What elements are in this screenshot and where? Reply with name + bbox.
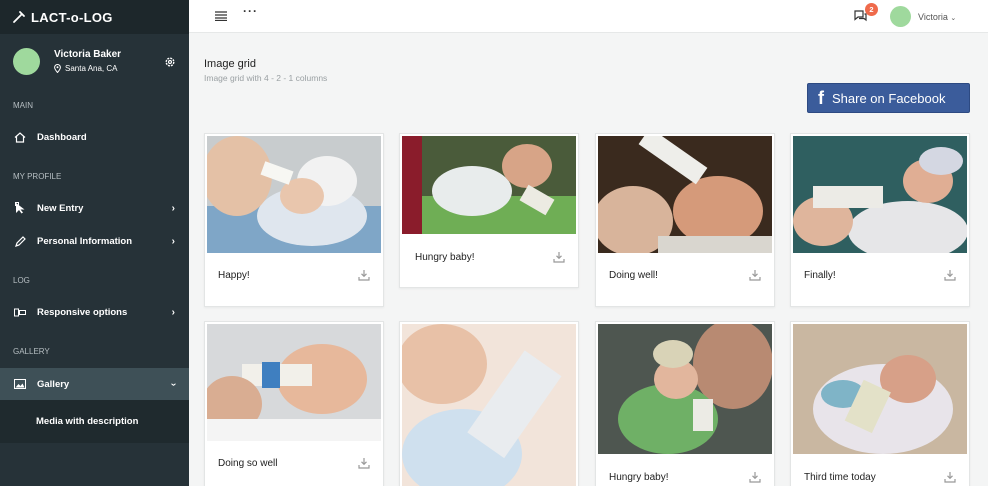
baby-photo[interactable] — [207, 136, 381, 253]
sidebar: LACT-o-LOG Victoria Baker Santa Ana, CA … — [0, 0, 189, 486]
card-caption: Third time today — [804, 472, 876, 483]
more-options-icon[interactable]: ··· — [243, 4, 258, 18]
page-subtitle: Image grid with 4 - 2 - 1 columns — [204, 73, 328, 83]
notification-badge: 2 — [865, 3, 878, 16]
cursor-icon — [14, 202, 24, 214]
baby-photo[interactable] — [402, 324, 576, 486]
page-title: Image grid — [204, 58, 256, 70]
user-avatar[interactable] — [890, 6, 911, 27]
section-log: LOG — [13, 276, 30, 285]
sidebar-item-dashboard[interactable]: Dashboard — [0, 121, 189, 153]
card-caption: Hungry baby! — [609, 472, 669, 483]
sidebar-item-new-entry[interactable]: New Entry › — [0, 192, 189, 224]
gallery-card[interactable]: Third time today — [790, 321, 970, 486]
download-icon[interactable] — [553, 252, 565, 263]
bottle-icon — [13, 11, 25, 23]
gallery-card[interactable]: Hungry baby! — [595, 321, 775, 486]
share-on-facebook-button[interactable]: f Share on Facebook — [807, 83, 970, 113]
section-main: MAIN — [13, 101, 33, 110]
avatar[interactable] — [13, 48, 40, 75]
gear-icon[interactable] — [164, 56, 176, 68]
chevron-right-icon: › — [171, 202, 175, 214]
gallery-card[interactable]: Finally! — [790, 133, 970, 307]
map-pin-icon — [54, 64, 61, 73]
card-caption: Happy! — [218, 270, 250, 281]
sidebar-item-responsive-options[interactable]: Responsive options › — [0, 296, 189, 328]
sidebar-item-gallery[interactable]: Gallery › — [0, 368, 189, 400]
brand-name: LACT-o-LOG — [31, 9, 113, 25]
chevron-down-icon: ⌄ — [950, 15, 957, 22]
download-icon[interactable] — [749, 270, 761, 281]
card-caption: Doing so well — [218, 458, 278, 469]
image-icon — [14, 379, 26, 389]
profile-block: Victoria Baker Santa Ana, CA — [0, 34, 189, 94]
download-icon[interactable] — [944, 270, 956, 281]
chevron-right-icon: › — [171, 235, 175, 247]
topbar: ··· 2 Victoria ⌄ — [189, 0, 988, 33]
baby-photo[interactable] — [793, 324, 967, 454]
baby-photo[interactable] — [793, 136, 967, 253]
baby-photo[interactable] — [402, 136, 576, 234]
gallery-card[interactable]: Happy! — [204, 133, 384, 307]
baby-photo[interactable] — [207, 324, 381, 441]
brand-logo[interactable]: LACT-o-LOG — [0, 0, 189, 34]
baby-photo[interactable] — [598, 136, 772, 253]
card-caption: Hungry baby! — [415, 252, 475, 263]
gallery-card[interactable]: Doing well! — [595, 133, 775, 307]
card-caption: Finally! — [804, 270, 836, 281]
download-icon[interactable] — [749, 472, 761, 483]
profile-name: Victoria Baker — [54, 49, 122, 60]
gallery-card[interactable]: Doing so well — [204, 321, 384, 486]
menu-icon[interactable] — [215, 11, 227, 21]
chevron-down-icon: › — [167, 382, 179, 386]
user-menu[interactable]: Victoria ⌄ — [918, 12, 956, 22]
baby-photo[interactable] — [598, 324, 772, 454]
facebook-icon: f — [818, 87, 824, 108]
sidebar-item-personal-information[interactable]: Personal Information › — [0, 225, 189, 257]
home-icon — [14, 131, 26, 143]
pencil-icon — [14, 235, 26, 247]
chevron-right-icon: › — [171, 306, 175, 318]
download-icon[interactable] — [358, 458, 370, 469]
gallery-card[interactable]: Hungry baby! — [399, 133, 579, 288]
gallery-card[interactable] — [399, 321, 579, 486]
card-caption: Doing well! — [609, 270, 658, 281]
section-my-profile: MY PROFILE — [13, 172, 62, 181]
download-icon[interactable] — [358, 270, 370, 281]
sidebar-subitem-media-with-description[interactable]: Media with description — [0, 400, 189, 443]
download-icon[interactable] — [944, 472, 956, 483]
section-gallery: GALLERY — [13, 347, 50, 356]
responsive-icon — [14, 308, 26, 316]
profile-location: Santa Ana, CA — [54, 64, 121, 73]
